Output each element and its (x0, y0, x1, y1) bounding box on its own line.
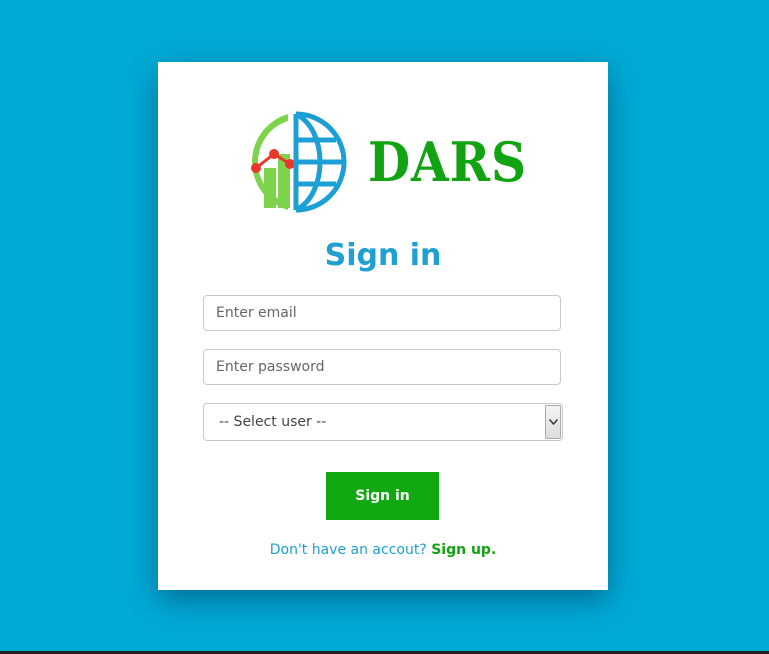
password-field[interactable] (203, 349, 561, 385)
email-field[interactable] (203, 295, 561, 331)
sign-up-link[interactable]: Sign up. (431, 542, 496, 558)
brand-name: DARS (368, 130, 527, 194)
chevron-down-icon[interactable] (545, 405, 561, 439)
dars-logo: DARS (232, 110, 542, 214)
user-select[interactable]: -- Select user -- (203, 403, 563, 441)
sign-in-button[interactable]: Sign in (326, 472, 439, 520)
page-title: Sign in (324, 238, 442, 273)
signup-prompt-line: Don't have an accout? Sign up. (158, 540, 608, 560)
login-card: DARS Sign in -- Select user -- Sign in D… (158, 62, 608, 590)
globe-chart-icon (251, 111, 347, 213)
signup-prompt-text: Don't have an accout? (269, 542, 427, 558)
user-select-value: -- Select user -- (219, 414, 327, 430)
